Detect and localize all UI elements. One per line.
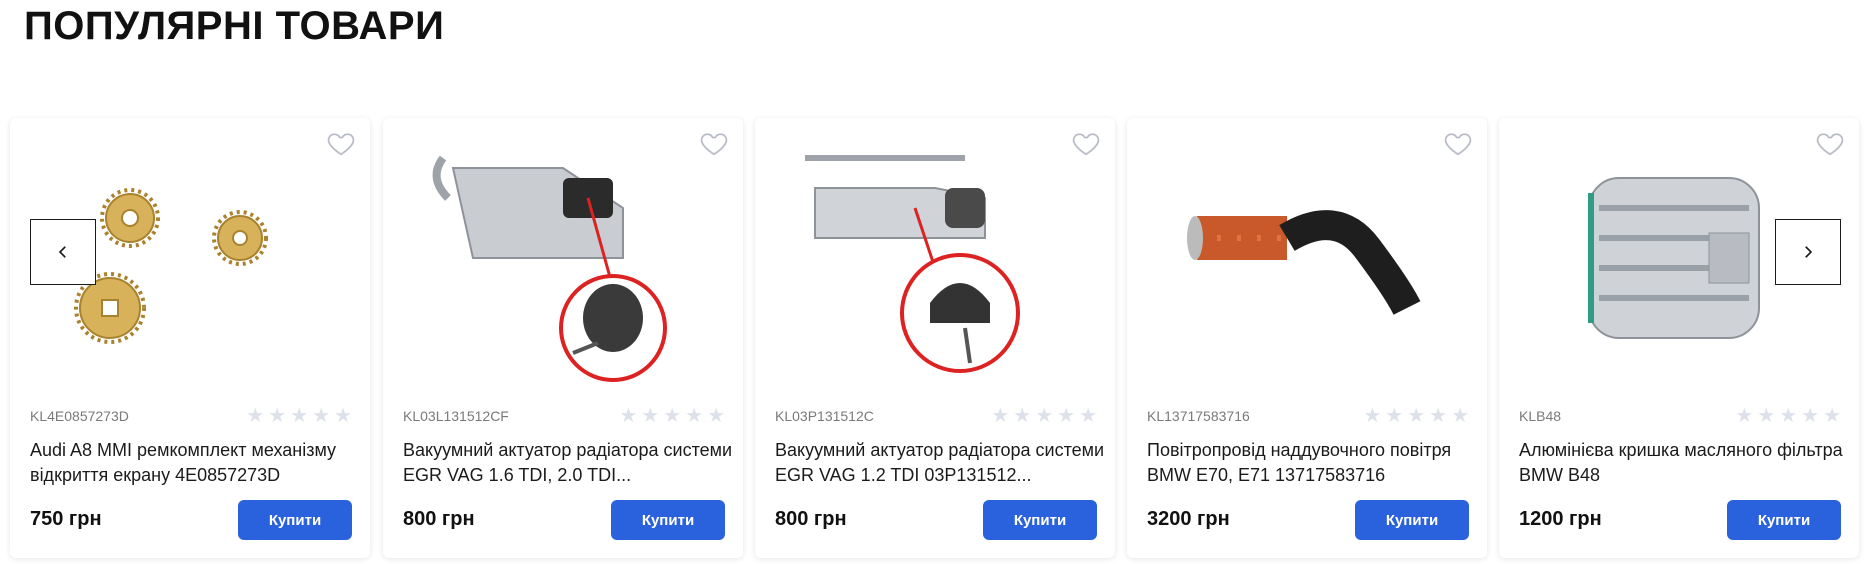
product-price: 800 грн [775,508,847,530]
product-card[interactable]: KLB48 ★ ★ ★ ★ ★ Алюмінієва кришка масляного … [1499,118,1859,558]
star-icon[interactable]: ★ [991,406,1009,426]
star-icon[interactable]: ★ [268,406,286,426]
egr-valve-image [805,155,1020,373]
page-title: ПОПУЛЯРНІ ТОВАРИ [24,4,445,48]
rating-stars[interactable]: ★ ★ ★ ★ ★ [1735,406,1841,426]
star-icon[interactable]: ★ [1035,406,1053,426]
air-hose-image [1187,210,1421,315]
product-name[interactable]: Алюмінієва кришка масляного фільтра BMW … [1519,438,1849,488]
product-price: 1200 грн [1519,508,1602,530]
chevron-left-icon [58,246,66,258]
star-icon[interactable]: ★ [246,406,264,426]
star-icon[interactable]: ★ [1823,406,1841,426]
star-icon[interactable]: ★ [1057,406,1075,426]
rating-stars[interactable]: ★ ★ ★ ★ ★ [246,406,352,426]
heart-icon[interactable] [326,128,356,158]
product-sku: KL03P131512C [775,408,874,424]
product-card[interactable]: KL03L131512CF ★ ★ ★ ★ ★ Вакуумний актуатор р… [383,118,743,558]
star-icon[interactable]: ★ [1801,406,1819,426]
product-card[interactable]: KL13717583716 ★ ★ ★ ★ ★ Повітропровід наддув… [1127,118,1487,558]
product-price: 800 грн [403,508,475,530]
egr-valve-image [432,155,667,382]
star-icon[interactable]: ★ [1779,406,1797,426]
star-icon[interactable]: ★ [334,406,352,426]
product-name[interactable]: Audi A8 MMI ремкомплект механізму відкри… [30,438,360,488]
product-card[interactable]: KL03P131512C ★ ★ ★ ★ ★ Вакуумний актуатор ра… [755,118,1115,558]
product-image[interactable] [1137,128,1477,398]
buy-button[interactable]: Купити [1355,500,1469,540]
product-sku: KLB48 [1519,408,1562,424]
star-icon[interactable]: ★ [1757,406,1775,426]
star-icon[interactable]: ★ [1013,406,1031,426]
star-icon[interactable]: ★ [641,406,659,426]
heart-icon[interactable] [699,128,729,158]
rating-stars[interactable]: ★ ★ ★ ★ ★ [991,406,1097,426]
carousel-prev-button[interactable] [30,219,96,285]
buy-button[interactable]: Купити [1727,500,1841,540]
carousel-next-button[interactable] [1775,219,1841,285]
star-icon[interactable]: ★ [1385,406,1403,426]
buy-button[interactable]: Купити [611,500,725,540]
chevron-right-icon [1805,246,1813,258]
star-icon[interactable]: ★ [707,406,725,426]
buy-button[interactable]: Купити [238,500,352,540]
star-icon[interactable]: ★ [1429,406,1447,426]
star-icon[interactable]: ★ [1079,406,1097,426]
product-image[interactable] [765,128,1105,398]
product-price: 750 грн [30,508,102,530]
star-icon[interactable]: ★ [1407,406,1425,426]
rating-stars[interactable]: ★ ★ ★ ★ ★ [1363,406,1469,426]
star-icon[interactable]: ★ [1451,406,1469,426]
star-icon[interactable]: ★ [663,406,681,426]
product-carousel: KL4E0857273D ★ ★ ★ ★ ★ Audi A8 MMI ремкомпле… [10,118,1875,564]
product-sku: KL03L131512CF [403,408,509,424]
star-icon[interactable]: ★ [312,406,330,426]
product-name[interactable]: Вакуумний актуатор радіатора системи EGR… [775,438,1105,488]
product-price: 3200 грн [1147,508,1230,530]
heart-icon[interactable] [1071,128,1101,158]
product-name[interactable]: Повітропровід наддувочного повітря BMW E… [1147,438,1477,488]
star-icon[interactable]: ★ [1363,406,1381,426]
star-icon[interactable]: ★ [1735,406,1753,426]
product-image[interactable] [393,128,733,398]
heart-icon[interactable] [1815,128,1845,158]
buy-button[interactable]: Купити [983,500,1097,540]
star-icon[interactable]: ★ [290,406,308,426]
star-icon[interactable]: ★ [619,406,637,426]
star-icon[interactable]: ★ [685,406,703,426]
heart-icon[interactable] [1443,128,1473,158]
product-card[interactable]: KL4E0857273D ★ ★ ★ ★ ★ Audi A8 MMI ремкомпле… [10,118,370,558]
product-sku: KL4E0857273D [30,408,129,424]
product-sku: KL13717583716 [1147,408,1250,424]
product-name[interactable]: Вакуумний актуатор радіатора системи EGR… [403,438,733,488]
rating-stars[interactable]: ★ ★ ★ ★ ★ [619,406,725,426]
